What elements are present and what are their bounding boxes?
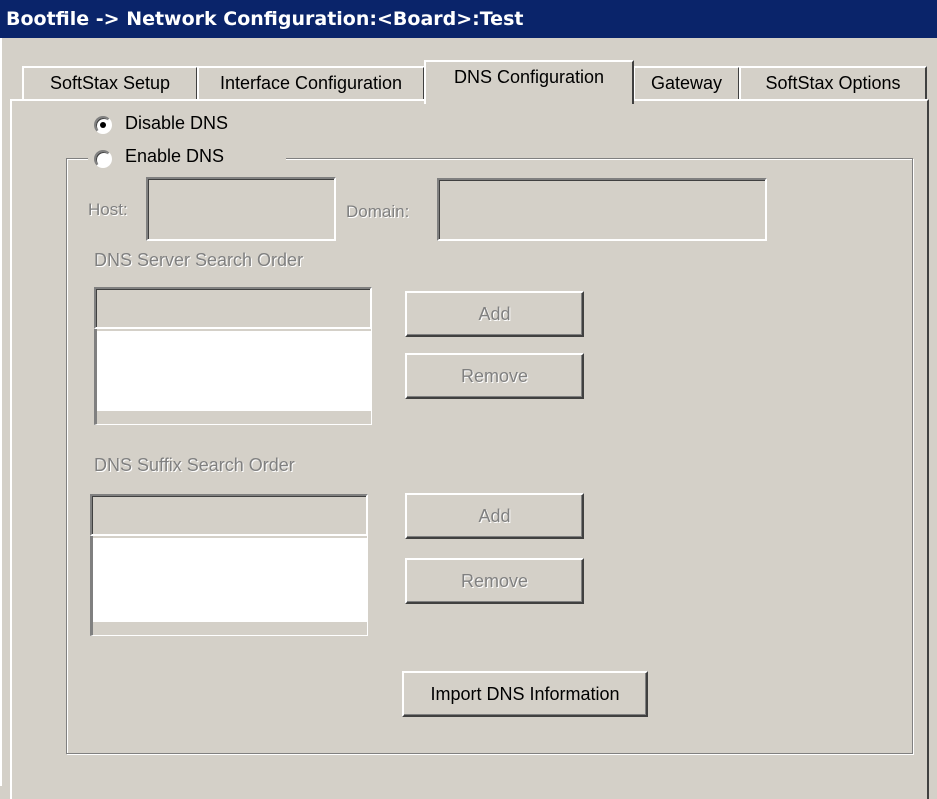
dns-server-list[interactable]	[97, 331, 371, 411]
host-label: Host:	[88, 200, 128, 219]
tab-softstax-setup[interactable]: SoftStax Setup	[22, 66, 198, 100]
domain-label: Domain:	[346, 202, 410, 221]
radio-selected-dot	[100, 122, 106, 128]
enable-dns-label[interactable]: Enable DNS	[125, 146, 224, 167]
host-input[interactable]	[146, 177, 336, 241]
dns-server-remove-button[interactable]: Remove	[405, 353, 584, 399]
dns-suffix-list[interactable]	[93, 538, 367, 622]
tab-dns-configuration[interactable]: DNS Configuration	[424, 60, 634, 104]
dns-suffix-input[interactable]	[90, 494, 368, 536]
dns-server-add-button[interactable]: Add	[405, 291, 584, 337]
import-dns-information-button[interactable]: Import DNS Information	[402, 671, 648, 717]
disable-dns-label[interactable]: Disable DNS	[125, 113, 228, 134]
tab-interface-configuration[interactable]: Interface Configuration	[197, 66, 425, 100]
tab-gateway[interactable]: Gateway	[633, 66, 740, 100]
window-title: Bootfile -> Network Configuration:<Board…	[0, 0, 937, 38]
disable-dns-radio[interactable]	[94, 116, 112, 134]
enable-dns-radio[interactable]	[94, 150, 112, 168]
domain-input[interactable]	[437, 178, 767, 241]
dns-suffix-search-order-label: DNS Suffix Search Order	[94, 455, 295, 475]
dns-server-input[interactable]	[94, 287, 372, 329]
dns-suffix-remove-button[interactable]: Remove	[405, 558, 584, 604]
dns-suffix-add-button[interactable]: Add	[405, 493, 584, 539]
dns-server-search-order-label: DNS Server Search Order	[94, 250, 304, 270]
tab-softstax-options[interactable]: SoftStax Options	[739, 66, 927, 100]
